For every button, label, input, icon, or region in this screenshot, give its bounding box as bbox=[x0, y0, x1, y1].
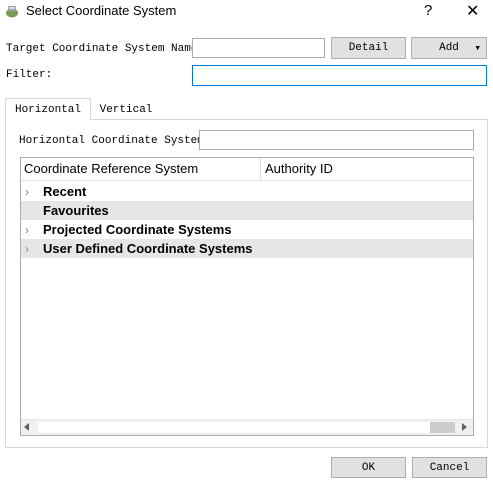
add-button[interactable]: Add ▾ bbox=[411, 37, 487, 59]
tree-row-label: User Defined Coordinate Systems bbox=[43, 241, 253, 256]
target-name-input[interactable] bbox=[192, 38, 325, 58]
add-button-label: Add bbox=[439, 42, 459, 54]
hcs-label: Horizontal Coordinate System: bbox=[19, 135, 211, 147]
filter-label: Filter: bbox=[6, 69, 53, 81]
column-header-authority[interactable]: Authority ID bbox=[261, 158, 473, 181]
tree-row-label: Favourites bbox=[43, 203, 109, 218]
chevron-down-icon: ▾ bbox=[474, 43, 481, 55]
chevron-right-icon: › bbox=[25, 241, 29, 256]
horizontal-scrollbar[interactable] bbox=[21, 419, 473, 435]
window-title: Select Coordinate System bbox=[26, 3, 177, 18]
app-icon bbox=[5, 4, 19, 18]
ok-button[interactable]: OK bbox=[331, 457, 406, 478]
tree-row-recent[interactable]: › Recent bbox=[21, 182, 473, 201]
filter-input[interactable] bbox=[192, 65, 487, 86]
tree-row-label: Recent bbox=[43, 184, 87, 199]
tab-horizontal[interactable]: Horizontal bbox=[5, 98, 91, 120]
cancel-button[interactable]: Cancel bbox=[412, 457, 487, 478]
hcs-input[interactable] bbox=[199, 130, 474, 150]
target-name-label: Target Coordinate System Name: bbox=[6, 43, 205, 55]
tree-row-projected[interactable]: › Projected Coordinate Systems bbox=[21, 220, 473, 239]
help-button[interactable]: ? bbox=[424, 2, 438, 19]
scroll-left-arrow-icon[interactable] bbox=[24, 423, 29, 431]
tree-row-user-defined[interactable]: › User Defined Coordinate Systems bbox=[21, 239, 473, 258]
tab-vertical[interactable]: Vertical bbox=[91, 101, 161, 119]
close-button[interactable]: ✕ bbox=[466, 1, 484, 21]
scrollbar-thumb[interactable] bbox=[430, 422, 455, 433]
chevron-right-icon: › bbox=[25, 222, 29, 237]
column-header-crs[interactable]: Coordinate Reference System bbox=[21, 158, 261, 181]
scrollbar-track[interactable] bbox=[38, 422, 430, 433]
chevron-right-icon: › bbox=[25, 184, 29, 199]
tree-row-label: Projected Coordinate Systems bbox=[43, 222, 232, 237]
scroll-right-arrow-icon[interactable] bbox=[462, 423, 467, 431]
tree-row-favourites[interactable]: Favourites bbox=[21, 201, 473, 220]
detail-button[interactable]: Detail bbox=[331, 37, 406, 59]
